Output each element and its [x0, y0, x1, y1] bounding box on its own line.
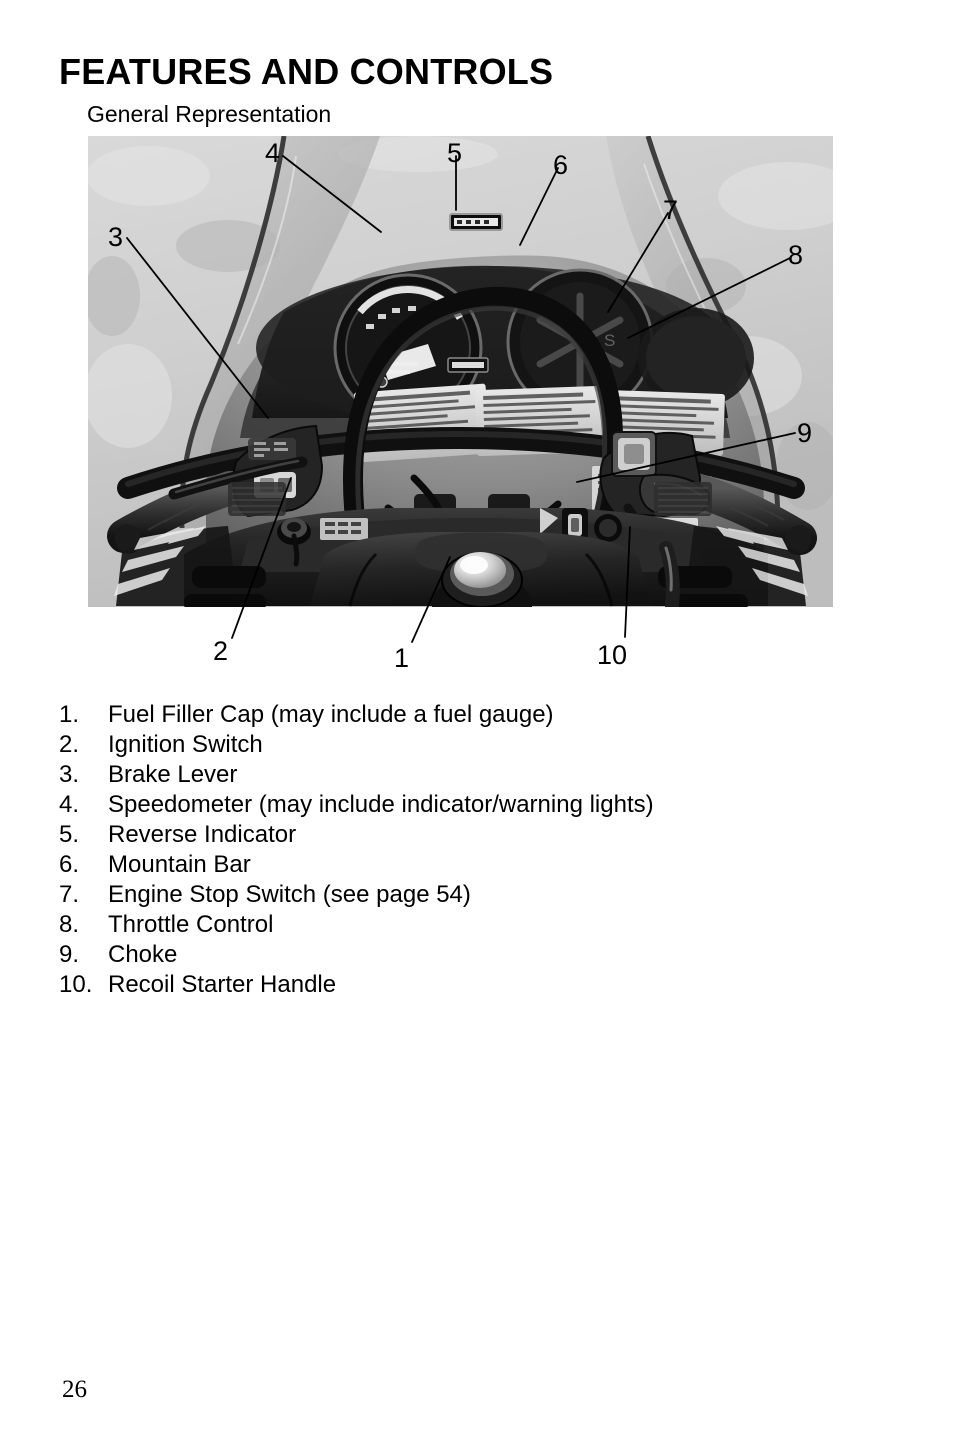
list-item: 5. Reverse Indicator [59, 820, 859, 850]
callout-number-1: 1 [394, 643, 410, 673]
list-item: 1. Fuel Filler Cap (may include a fuel g… [59, 700, 859, 730]
list-item: 2. Ignition Switch [59, 730, 859, 760]
list-item-number: 1. [59, 701, 80, 728]
list-item-label: Reverse Indicator [108, 821, 297, 848]
list-item: 6. Mountain Bar [59, 850, 859, 880]
list-item-label: Speedometer (may include indicator/warni… [108, 791, 654, 818]
svg-text:S: S [604, 331, 615, 350]
list-item: 10. Recoil Starter Handle [59, 970, 859, 1000]
callout-number-2: 2 [213, 636, 229, 666]
list-item-number: 2. [59, 731, 80, 758]
list-item-number: 7. [59, 881, 80, 908]
figure-snowmobile-cockpit: S [88, 136, 833, 607]
list-item-label: Fuel Filler Cap (may include a fuel gaug… [108, 701, 554, 728]
list-item-label: Throttle Control [108, 911, 274, 938]
list-item-number: 4. [59, 791, 80, 818]
page-number: 26 [62, 1376, 87, 1403]
list-item: 7. Engine Stop Switch (see page 54) [59, 880, 859, 910]
list-item: 3. Brake Lever [59, 760, 859, 790]
list-item: 8. Throttle Control [59, 910, 859, 940]
list-item-number: 9. [59, 941, 80, 968]
list-item-label: Ignition Switch [108, 731, 263, 758]
list-item-label: Recoil Starter Handle [108, 971, 337, 998]
callout-number-10: 10 [597, 640, 628, 670]
list-item-number: 5. [59, 821, 80, 848]
list-item-label: Brake Lever [108, 761, 238, 788]
list-item-label: Engine Stop Switch (see page 54) [108, 881, 471, 908]
section-subtitle: General Representation [87, 101, 332, 127]
list-item-label: Choke [108, 941, 178, 968]
list-item-number: 6. [59, 851, 80, 878]
list-item: 4. Speedometer (may include indicator/wa… [59, 790, 859, 820]
features-legend-list: 1. Fuel Filler Cap (may include a fuel g… [59, 700, 859, 1000]
page-title: FEATURES AND CONTROLS [59, 51, 554, 92]
snowmobile-cockpit-illustration: S [88, 136, 833, 607]
list-item-number: 3. [59, 761, 80, 788]
list-item-number: 8. [59, 911, 80, 938]
list-item-number: 10. [59, 971, 93, 998]
list-item: 9. Choke [59, 940, 859, 970]
list-item-label: Mountain Bar [108, 851, 251, 878]
